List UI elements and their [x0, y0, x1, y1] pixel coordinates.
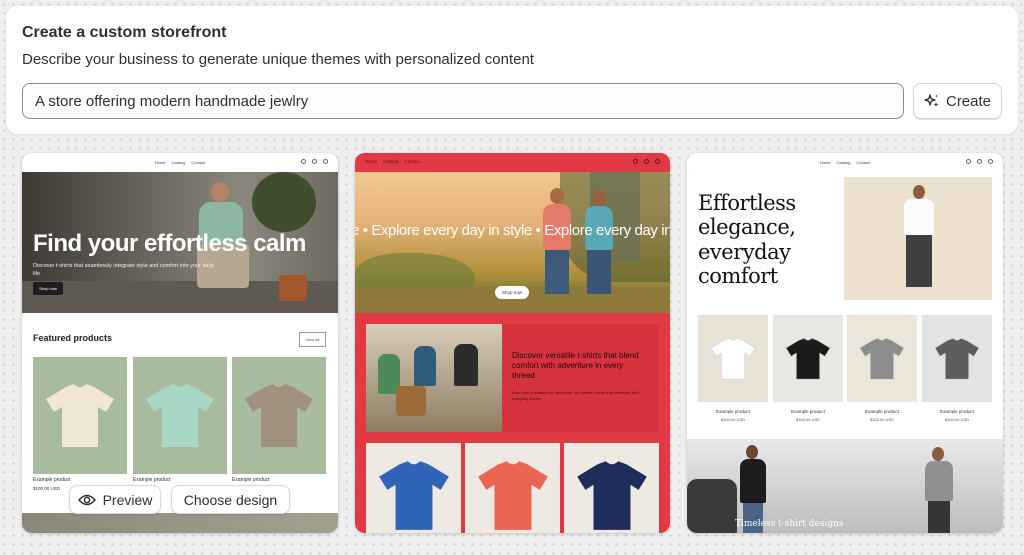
preview-button-label: Preview — [102, 491, 153, 508]
theme1-view-all: View all — [299, 332, 326, 347]
theme2-shop-button: Shop now — [495, 286, 529, 299]
theme1-product-1-name: Example product — [33, 477, 71, 483]
panel-subtitle: Describe your business to generate uniqu… — [22, 51, 534, 68]
theme2-product-1 — [366, 443, 461, 533]
theme1-hero: Find your effortless calm Discover t-shi… — [22, 172, 338, 313]
theme1-nav-home: Home — [154, 160, 166, 165]
theme3-hero-line-2: elegance, — [698, 215, 796, 240]
cart-icon — [323, 159, 328, 164]
theme1-product-3-name: Example product — [232, 477, 270, 483]
theme2-feature-title: Discover versatile t-shirts that blend c… — [512, 351, 639, 380]
theme1-nav: Home Catalog Contact — [22, 153, 338, 172]
account-icon — [312, 159, 317, 164]
theme1-featured-title: Featured products — [33, 333, 113, 343]
theme3-product-4-name: Example product — [940, 409, 974, 414]
theme1-nav-contact: Contact — [191, 160, 206, 165]
theme3-banner-caption: Timeless t-shirt designs — [735, 519, 844, 529]
theme3-product-1 — [698, 315, 768, 402]
tshirt-icon — [46, 383, 114, 447]
theme1-hero-title: Find your effortless calm — [33, 230, 306, 257]
theme2-hero-marquee: e • Explore every day in style • Explore… — [355, 222, 670, 239]
tshirt-icon — [378, 461, 449, 530]
tshirt-icon — [785, 337, 831, 379]
theme1-product-1-price: $100.00 USD — [33, 486, 61, 491]
theme3-nav-catalog: Catalog — [836, 160, 851, 165]
theme3-product-3 — [847, 315, 917, 402]
theme3-product-2-name: Example product — [791, 409, 825, 414]
search-icon — [966, 159, 971, 164]
theme3-nav: Home Catalog Contact — [687, 153, 1003, 172]
preview-button[interactable]: Preview — [69, 485, 161, 514]
tshirt-icon — [146, 383, 214, 447]
theme2-nav-home: Home — [365, 159, 378, 164]
theme-preview-card-2[interactable]: Home Catalog Contact e • Explore every d… — [355, 153, 670, 533]
theme3-product-1-name: Example product — [716, 409, 750, 414]
theme3-bottom-banner: Timeless t-shirt designs — [687, 439, 1003, 533]
theme1-bottom-section — [22, 513, 338, 533]
panel-title: Create a custom storefront — [22, 24, 227, 41]
theme3-product-4 — [922, 315, 992, 402]
cart-icon — [655, 159, 660, 164]
storefront-prompt-panel: Create a custom storefront Describe your… — [6, 6, 1018, 134]
search-icon — [633, 159, 638, 164]
theme2-nav: Home Catalog Contact — [355, 153, 670, 172]
create-button-label: Create — [945, 92, 992, 110]
theme1-product-2 — [133, 357, 227, 474]
theme1-hero-desc: Discover t-shirts that seamlessly integr… — [33, 263, 214, 277]
theme3-product-3-price: $100.00 USD — [869, 417, 894, 422]
create-button[interactable]: Create — [913, 83, 1002, 119]
sparkle-icon — [924, 94, 939, 107]
theme1-product-1 — [33, 357, 127, 474]
theme2-nav-contact: Contact — [404, 159, 421, 164]
eye-icon — [77, 494, 96, 505]
theme3-hero-line-3: everyday — [698, 239, 791, 264]
theme1-product-2-name: Example product — [133, 477, 171, 483]
theme3-product-2 — [773, 315, 843, 402]
theme3-hero-title: Effortless elegance, everyday comfort — [698, 191, 796, 288]
theme3-product-1-price: $100.00 USD — [720, 417, 745, 422]
theme2-feature-image — [366, 324, 502, 432]
theme2-product-2 — [465, 443, 560, 533]
business-description-input[interactable] — [22, 83, 904, 119]
theme3-nav-contact: Contact — [856, 160, 871, 165]
search-icon — [301, 159, 306, 164]
theme1-product-3 — [232, 357, 326, 474]
theme3-product-2-price: $100.00 USD — [795, 417, 820, 422]
theme3-hero-line-4: comfort — [698, 264, 778, 289]
theme1-nav-catalog: Catalog — [171, 160, 186, 165]
theme2-hero: e • Explore every day in style • Explore… — [355, 172, 670, 313]
cart-icon — [988, 159, 993, 164]
theme2-nav-catalog: Catalog — [383, 159, 399, 164]
tshirt-icon — [710, 337, 756, 379]
theme2-feature-block: Discover versatile t-shirts that blend c… — [366, 324, 659, 432]
account-icon — [644, 159, 649, 164]
choose-design-button[interactable]: Choose design — [171, 485, 290, 514]
theme2-product-3 — [564, 443, 659, 533]
tshirt-icon — [477, 461, 548, 530]
theme-preview-card-3[interactable]: Home Catalog Contact Effortless elegance… — [687, 153, 1003, 533]
theme3-product-3-name: Example product — [865, 409, 899, 414]
plant-image — [252, 172, 316, 232]
tshirt-icon — [576, 461, 647, 530]
tshirt-icon — [859, 337, 905, 379]
theme2-feature-desc: Born from a passion for adventure, we cr… — [512, 390, 640, 401]
tshirt-icon — [934, 337, 980, 379]
theme1-shop-button: Shop now — [33, 282, 63, 295]
account-icon — [977, 159, 982, 164]
theme3-nav-home: Home — [819, 160, 831, 165]
theme3-hero-line-1: Effortless — [698, 191, 796, 215]
theme3-product-4-price: $100.00 USD — [944, 417, 969, 422]
tshirt-icon — [245, 383, 313, 447]
choose-design-label: Choose design — [183, 491, 278, 508]
theme-preview-card-1[interactable]: Home Catalog Contact Find your effortles… — [22, 153, 338, 533]
theme3-hero-image — [844, 177, 992, 300]
theme1-nav-icons — [301, 159, 328, 164]
